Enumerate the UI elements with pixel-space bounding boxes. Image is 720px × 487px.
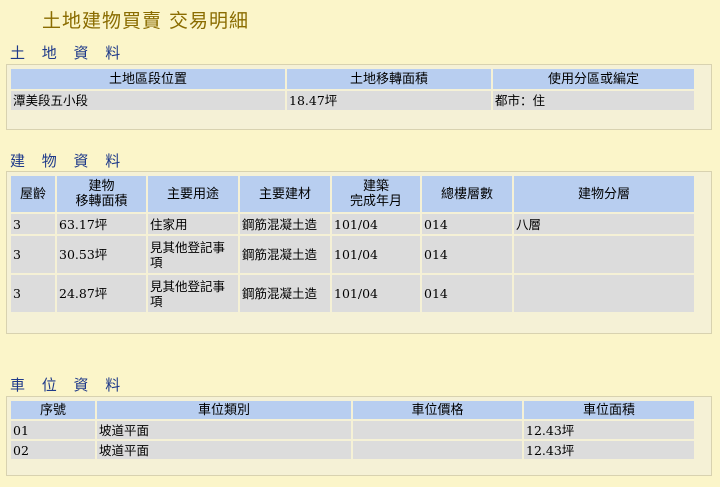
building-cell-usage: 見其他登記事項 — [148, 236, 238, 273]
building-cell-completion: 101/04 — [332, 275, 420, 312]
building-cell-usage: 見其他登記事項 — [148, 275, 238, 312]
land-cell-zoning: 都市：住 — [493, 91, 694, 110]
parking-header-type: 車位類別 — [97, 401, 351, 419]
parking-cell-number: 01 — [11, 421, 95, 439]
table-row: 3 24.87坪 見其他登記事項 鋼筋混凝土造 101/04 014 — [11, 275, 694, 312]
building-header-age: 屋齡 — [11, 176, 55, 212]
building-section-title: 建 物 資 料 — [10, 152, 127, 170]
building-cell-floors: 014 — [422, 236, 512, 273]
building-header-completion: 建築 完成年月 — [332, 176, 420, 212]
building-cell-age: 3 — [11, 275, 55, 312]
table-row: 潭美段五小段 18.47坪 都市：住 — [11, 91, 694, 110]
parking-header-area: 車位面積 — [524, 401, 694, 419]
building-cell-level — [514, 236, 694, 273]
building-header-row: 屋齡 建物 移轉面積 主要用途 主要建材 建築 完成年月 總樓層數 建物分層 — [11, 176, 694, 212]
building-cell-usage: 住家用 — [148, 214, 238, 234]
parking-table: 序號 車位類別 車位價格 車位面積 01 坡道平面 12.43坪 02 坡道平面… — [9, 399, 696, 461]
building-cell-level — [514, 275, 694, 312]
building-cell-floors: 014 — [422, 275, 512, 312]
parking-cell-area: 12.43坪 — [524, 441, 694, 459]
parking-section-title: 車 位 資 料 — [10, 376, 127, 394]
building-header-level: 建物分層 — [514, 176, 694, 212]
building-header-usage: 主要用途 — [148, 176, 238, 212]
land-header-location: 土地區段位置 — [11, 69, 285, 89]
building-cell-area: 63.17坪 — [57, 214, 146, 234]
page-title: 土地建物買賣 交易明細 — [42, 10, 250, 32]
building-cell-age: 3 — [11, 236, 55, 273]
building-cell-level: 八層 — [514, 214, 694, 234]
land-cell-area: 18.47坪 — [287, 91, 491, 110]
building-panel: 屋齡 建物 移轉面積 主要用途 主要建材 建築 完成年月 總樓層數 建物分層 3 6… — [6, 171, 712, 334]
table-row: 01 坡道平面 12.43坪 — [11, 421, 694, 439]
land-section-title: 土 地 資 料 — [10, 44, 127, 62]
land-header-area: 土地移轉面積 — [287, 69, 491, 89]
table-row: 3 30.53坪 見其他登記事項 鋼筋混凝土造 101/04 014 — [11, 236, 694, 273]
parking-header-row: 序號 車位類別 車位價格 車位面積 — [11, 401, 694, 419]
building-header-area: 建物 移轉面積 — [57, 176, 146, 212]
land-cell-location: 潭美段五小段 — [11, 91, 285, 110]
parking-cell-type: 坡道平面 — [97, 441, 351, 459]
table-row: 3 63.17坪 住家用 鋼筋混凝土造 101/04 014 八層 — [11, 214, 694, 234]
land-table: 土地區段位置 土地移轉面積 使用分區或編定 潭美段五小段 18.47坪 都市：住 — [9, 67, 696, 112]
land-header-row: 土地區段位置 土地移轉面積 使用分區或編定 — [11, 69, 694, 89]
building-cell-age: 3 — [11, 214, 55, 234]
building-cell-completion: 101/04 — [332, 214, 420, 234]
parking-panel: 序號 車位類別 車位價格 車位面積 01 坡道平面 12.43坪 02 坡道平面… — [6, 396, 712, 476]
building-cell-material: 鋼筋混凝土造 — [240, 275, 330, 312]
building-cell-area: 24.87坪 — [57, 275, 146, 312]
parking-cell-type: 坡道平面 — [97, 421, 351, 439]
building-cell-floors: 014 — [422, 214, 512, 234]
building-cell-area: 30.53坪 — [57, 236, 146, 273]
building-cell-completion: 101/04 — [332, 236, 420, 273]
parking-cell-price — [353, 421, 522, 439]
building-header-floors: 總樓層數 — [422, 176, 512, 212]
land-header-zoning: 使用分區或編定 — [493, 69, 694, 89]
parking-header-price: 車位價格 — [353, 401, 522, 419]
building-cell-material: 鋼筋混凝土造 — [240, 214, 330, 234]
building-table: 屋齡 建物 移轉面積 主要用途 主要建材 建築 完成年月 總樓層數 建物分層 3 6… — [9, 174, 696, 314]
parking-cell-number: 02 — [11, 441, 95, 459]
land-panel: 土地區段位置 土地移轉面積 使用分區或編定 潭美段五小段 18.47坪 都市：住 — [6, 64, 712, 130]
building-header-material: 主要建材 — [240, 176, 330, 212]
parking-header-number: 序號 — [11, 401, 95, 419]
building-cell-material: 鋼筋混凝土造 — [240, 236, 330, 273]
table-row: 02 坡道平面 12.43坪 — [11, 441, 694, 459]
parking-cell-area: 12.43坪 — [524, 421, 694, 439]
parking-cell-price — [353, 441, 522, 459]
